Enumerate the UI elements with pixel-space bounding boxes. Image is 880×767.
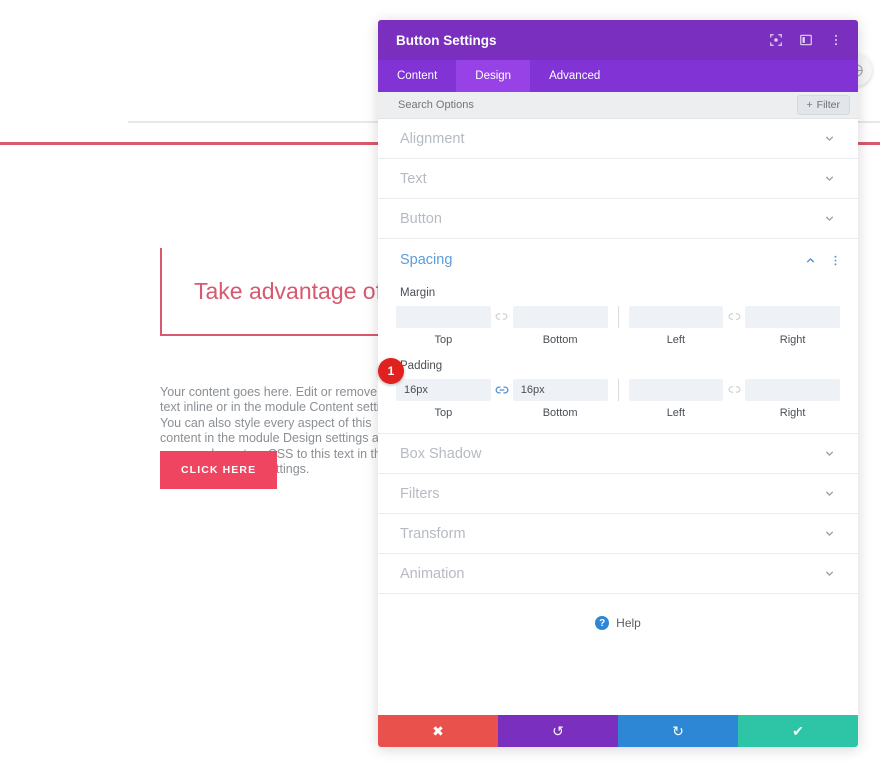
- focus-icon[interactable]: [768, 32, 784, 48]
- cancel-button[interactable]: ✖: [378, 715, 498, 747]
- chevron-down-icon: [823, 172, 836, 185]
- section-text[interactable]: Text: [378, 159, 858, 199]
- panel-title: Button Settings: [396, 32, 497, 48]
- undo-button[interactable]: ↺: [498, 715, 618, 747]
- padding-top-caption: Top: [434, 407, 453, 419]
- section-spacing-label: Spacing: [400, 252, 453, 268]
- help-link[interactable]: ? Help: [378, 594, 858, 644]
- padding-left-cell: Left: [628, 379, 724, 419]
- filter-button-label: Filter: [816, 99, 840, 111]
- check-icon: ✔: [792, 722, 804, 739]
- margin-right-input[interactable]: [745, 306, 840, 328]
- chevron-down-icon: [823, 567, 836, 580]
- unlink-icon[interactable]: [723, 306, 745, 323]
- panel-titlebar: Button Settings: [378, 20, 858, 60]
- question-mark-icon: ?: [595, 616, 610, 630]
- search-options-bar: + Filter: [378, 92, 858, 119]
- close-icon: ✖: [432, 722, 444, 739]
- chevron-down-icon: [823, 212, 836, 225]
- margin-left-caption: Left: [666, 334, 686, 346]
- margin-group-divider: [617, 306, 619, 328]
- padding-right-cell: Right: [745, 379, 840, 419]
- margin-horizontal-group: Left Right: [628, 306, 840, 346]
- margin-top-cell: Top: [396, 306, 491, 346]
- section-spacing: Spacing Margin Top Bottom Left Right Pad…: [378, 239, 858, 434]
- margin-bottom-input[interactable]: [512, 306, 608, 328]
- save-button[interactable]: ✔: [738, 715, 858, 747]
- section-box-shadow-label: Box Shadow: [400, 445, 482, 462]
- padding-right-input[interactable]: [745, 379, 840, 401]
- padding-top-cell: Top: [396, 379, 491, 419]
- panel-footer: ✖ ↺ ↻ ✔: [378, 715, 858, 747]
- padding-bottom-cell: Bottom: [512, 379, 608, 419]
- options-scroll-area[interactable]: Alignment Text Button Spacing Margin Top…: [378, 119, 858, 715]
- step-badge-1: 1: [378, 358, 404, 384]
- more-options-icon[interactable]: [828, 32, 844, 48]
- margin-label: Margin: [400, 287, 436, 299]
- section-button-label: Button: [400, 210, 442, 227]
- titlebar-icon-group: [768, 32, 844, 48]
- section-transform-label: Transform: [400, 525, 466, 542]
- button-settings-panel: Button Settings Content Design Advanced …: [378, 20, 858, 747]
- filter-button[interactable]: + Filter: [796, 95, 850, 115]
- unlink-icon[interactable]: [723, 379, 745, 396]
- unlink-icon[interactable]: [491, 306, 513, 323]
- margin-top-caption: Top: [434, 334, 453, 346]
- section-filters[interactable]: Filters: [378, 474, 858, 514]
- padding-field-group: Top Bottom: [396, 379, 840, 419]
- padding-right-caption: Right: [779, 407, 806, 419]
- redo-icon: ↻: [672, 722, 684, 739]
- margin-vertical-group: Top Bottom: [396, 306, 608, 346]
- panel-tabs: Content Design Advanced: [378, 60, 858, 92]
- section-alignment[interactable]: Alignment: [378, 119, 858, 159]
- section-spacing-body: Margin Top Bottom Left Right Padding 16p…: [378, 287, 858, 433]
- padding-top-input[interactable]: [396, 379, 491, 401]
- tab-advanced[interactable]: Advanced: [530, 60, 619, 92]
- chevron-up-icon[interactable]: [804, 254, 817, 267]
- margin-left-cell: Left: [628, 306, 724, 346]
- section-filters-label: Filters: [400, 485, 440, 502]
- chevron-down-icon: [823, 447, 836, 460]
- padding-bottom-caption: Bottom: [542, 407, 578, 419]
- margin-bottom-caption: Bottom: [542, 334, 578, 346]
- padding-left-caption: Left: [666, 407, 686, 419]
- section-animation-label: Animation: [400, 565, 465, 582]
- margin-top-input[interactable]: [396, 306, 491, 328]
- section-box-shadow[interactable]: Box Shadow: [378, 434, 858, 474]
- margin-right-cell: Right: [745, 306, 840, 346]
- undo-icon: ↺: [552, 722, 564, 739]
- section-spacing-icon-group: [804, 254, 842, 267]
- section-animation[interactable]: Animation: [378, 554, 858, 594]
- padding-vertical-group: Top Bottom: [396, 379, 608, 419]
- padding-label: Padding: [400, 360, 443, 372]
- section-transform[interactable]: Transform: [378, 514, 858, 554]
- link-icon[interactable]: [491, 379, 513, 397]
- chevron-down-icon: [823, 132, 836, 145]
- section-button[interactable]: Button: [378, 199, 858, 239]
- chevron-down-icon: [823, 527, 836, 540]
- panel-layout-icon[interactable]: [798, 32, 814, 48]
- tab-design[interactable]: Design: [456, 60, 531, 92]
- more-options-icon[interactable]: [829, 254, 842, 267]
- help-label: Help: [616, 616, 641, 630]
- padding-bottom-input[interactable]: [512, 379, 608, 401]
- chevron-down-icon: [823, 487, 836, 500]
- margin-right-caption: Right: [779, 334, 806, 346]
- redo-button[interactable]: ↻: [618, 715, 738, 747]
- padding-left-input[interactable]: [628, 379, 724, 401]
- search-input[interactable]: [396, 98, 797, 112]
- click-here-button[interactable]: CLICK HERE: [160, 451, 278, 489]
- padding-horizontal-group: Left Right: [628, 379, 840, 419]
- section-alignment-label: Alignment: [400, 130, 465, 147]
- margin-bottom-cell: Bottom: [512, 306, 608, 346]
- section-text-label: Text: [400, 170, 427, 187]
- section-spacing-header[interactable]: Spacing: [378, 239, 858, 281]
- tab-content[interactable]: Content: [378, 60, 456, 92]
- padding-group-divider: [617, 379, 619, 401]
- margin-left-input[interactable]: [628, 306, 724, 328]
- margin-field-group: Top Bottom Left Right: [396, 306, 840, 346]
- plus-icon: +: [806, 99, 813, 111]
